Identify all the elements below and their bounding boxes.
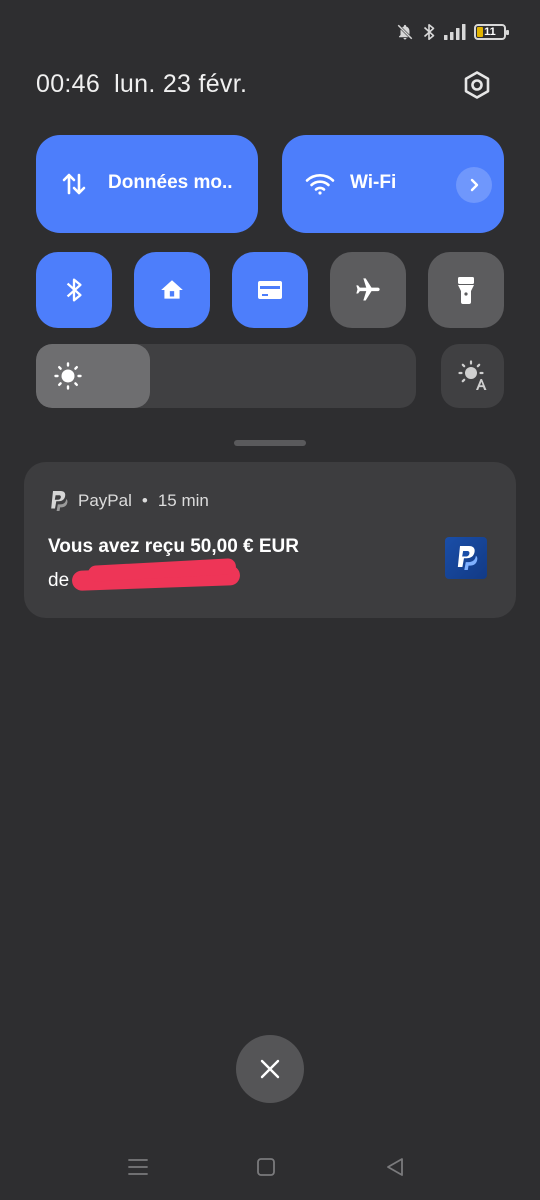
- notification-separator: •: [141, 491, 148, 510]
- back-triangle-icon: [387, 1158, 403, 1176]
- menu-icon: [128, 1159, 148, 1175]
- back-button[interactable]: [381, 1154, 409, 1180]
- battery-icon: 11: [474, 24, 509, 40]
- sun-icon: [54, 362, 82, 390]
- home-icon: [161, 280, 183, 299]
- wifi-icon: [304, 168, 336, 200]
- wifi-details-button[interactable]: [456, 167, 492, 203]
- date: lun. 23 févr.: [114, 70, 248, 98]
- drag-handle[interactable]: [234, 440, 306, 446]
- clock-date[interactable]: 00:46 lun. 23 févr.: [36, 70, 247, 99]
- mute-icon: [396, 23, 414, 41]
- square-icon: [257, 1158, 275, 1176]
- brightness-slider[interactable]: [36, 344, 416, 408]
- card-icon: [258, 281, 282, 299]
- airplane-mode-tile[interactable]: [330, 252, 406, 328]
- bluetooth-status-icon: [422, 23, 436, 41]
- card-tile[interactable]: [232, 252, 308, 328]
- navigation-bar: [0, 1146, 540, 1186]
- airplane-icon: [356, 278, 380, 301]
- auto-brightness-icon: [457, 360, 486, 390]
- recents-button[interactable]: [124, 1154, 152, 1180]
- paypal-notification[interactable]: PayPal • 15 min Vous avez reçu 50,00 € E…: [24, 462, 516, 618]
- mobile-data-tile[interactable]: Données mo..: [36, 135, 258, 233]
- battery-level: 11: [484, 25, 496, 38]
- battery-fill: [477, 27, 483, 37]
- signal-icon: [444, 24, 466, 40]
- wifi-tile[interactable]: Wi-Fi: [282, 135, 504, 233]
- notification-header: PayPal • 15 min: [48, 490, 209, 512]
- bluetooth-tile[interactable]: [36, 252, 112, 328]
- data-transfer-icon: [58, 168, 90, 200]
- close-icon: [260, 1059, 280, 1079]
- home-button[interactable]: [252, 1154, 280, 1180]
- paypal-small-icon: [51, 491, 68, 511]
- flashlight-icon: [458, 277, 474, 304]
- settings-hexagon-icon: [464, 71, 490, 99]
- clock: 00:46: [36, 70, 101, 98]
- notification-app-name: PayPal: [78, 491, 132, 510]
- bluetooth-icon: [66, 278, 82, 302]
- settings-button[interactable]: [458, 66, 496, 104]
- home-tile[interactable]: [134, 252, 210, 328]
- notification-age: 15 min: [157, 491, 209, 510]
- status-bar-icons: 11: [396, 20, 509, 44]
- notification-body-prefix: de: [48, 570, 70, 591]
- flashlight-tile[interactable]: [428, 252, 504, 328]
- paypal-logo-icon: [445, 537, 487, 579]
- chevron-right-icon: [470, 178, 479, 192]
- notification-shade: 11 00:46 lun. 23 févr. Données mo.. Wi-F…: [0, 0, 540, 1200]
- mobile-data-label: Données mo..: [108, 172, 233, 193]
- auto-brightness-button[interactable]: [441, 344, 504, 408]
- clear-all-button[interactable]: [236, 1035, 304, 1103]
- wifi-label: Wi-Fi: [350, 172, 397, 193]
- notification-title: Vous avez reçu 50,00 € EUR: [48, 536, 299, 557]
